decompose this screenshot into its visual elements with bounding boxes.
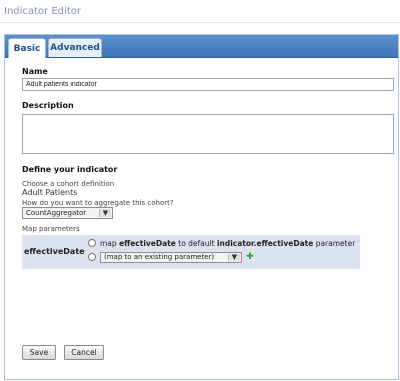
cohort-label: Choose a cohort definition: [22, 180, 115, 188]
add-parameter-icon[interactable]: ✚: [246, 253, 254, 262]
aggregate-label: How do you want to aggregate this cohort…: [22, 199, 174, 207]
tab-strip: Basic Advanced: [5, 35, 398, 58]
cohort-value: Adult Patients: [22, 188, 78, 197]
chevron-down-icon[interactable]: ▼: [99, 209, 111, 217]
parameter-mapping-box: effectiveDate map effectiveDate to defau…: [22, 235, 360, 269]
map-default-option[interactable]: map effectiveDate to default indicator.e…: [88, 237, 355, 249]
tab-basic[interactable]: Basic: [8, 38, 46, 58]
tab-advanced[interactable]: Advanced: [48, 38, 102, 57]
cancel-button[interactable]: Cancel: [64, 345, 104, 360]
parameter-name: effectiveDate: [24, 247, 85, 256]
define-indicator-heading: Define your indicator: [22, 165, 118, 174]
option-text-middle: to default: [178, 238, 215, 248]
name-input[interactable]: [22, 78, 394, 91]
existing-parameter-value: (map to an existing parameter): [104, 253, 215, 261]
description-textarea[interactable]: [22, 114, 394, 154]
description-label: Description: [22, 101, 74, 110]
name-label: Name: [22, 67, 48, 76]
existing-parameter-select[interactable]: (map to an existing parameter) ▼: [100, 251, 242, 263]
title-divider: [0, 22, 400, 23]
map-parameters-label: Map parameters: [22, 225, 80, 233]
radio-map-existing[interactable]: [88, 253, 96, 261]
aggregator-select[interactable]: CountAggregator ▼: [22, 207, 113, 219]
option-text-suffix: parameter: [315, 238, 356, 248]
map-existing-option[interactable]: (map to an existing parameter) ▼ ✚: [88, 251, 254, 263]
aggregator-select-value: CountAggregator: [26, 209, 87, 217]
option-param-name: effectiveDate: [119, 238, 176, 248]
option-text-prefix: map: [100, 238, 117, 248]
window-title: Indicator Editor: [4, 6, 81, 17]
option-target-param: indicator.effectiveDate: [216, 238, 314, 248]
chevron-down-icon[interactable]: ▼: [228, 253, 240, 261]
save-button[interactable]: Save: [22, 345, 56, 360]
radio-map-default[interactable]: [88, 239, 96, 247]
